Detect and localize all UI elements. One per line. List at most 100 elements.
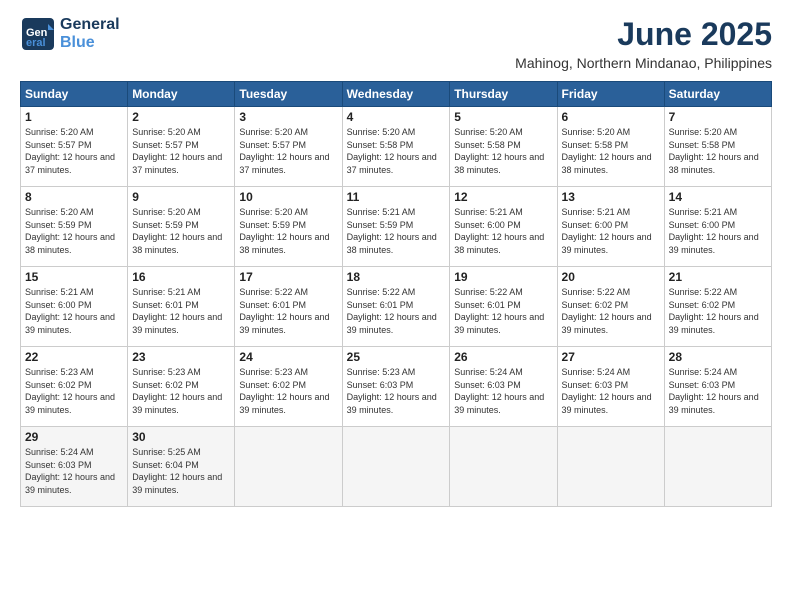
day-info: Sunrise: 5:22 AMSunset: 6:02 PMDaylight:…: [562, 286, 660, 336]
day-info: Sunrise: 5:21 AMSunset: 6:00 PMDaylight:…: [562, 206, 660, 256]
day-number: 19: [454, 270, 552, 284]
day-cell: [342, 427, 450, 507]
day-info: Sunrise: 5:24 AMSunset: 6:03 PMDaylight:…: [669, 366, 767, 416]
day-cell: 14 Sunrise: 5:21 AMSunset: 6:00 PMDayligh…: [664, 187, 771, 267]
day-number: 11: [347, 190, 446, 204]
calendar-header: Sunday Monday Tuesday Wednesday Thursday…: [21, 82, 772, 107]
day-number: 25: [347, 350, 446, 364]
week-row-3: 15 Sunrise: 5:21 AMSunset: 6:00 PMDayligh…: [21, 267, 772, 347]
day-number: 6: [562, 110, 660, 124]
day-number: 10: [239, 190, 337, 204]
day-info: Sunrise: 5:22 AMSunset: 6:02 PMDaylight:…: [669, 286, 767, 336]
day-cell: [450, 427, 557, 507]
title-block: June 2025 Mahinog, Northern Mindanao, Ph…: [515, 16, 772, 71]
day-info: Sunrise: 5:20 AMSunset: 5:57 PMDaylight:…: [25, 126, 123, 176]
day-info: Sunrise: 5:20 AMSunset: 5:59 PMDaylight:…: [132, 206, 230, 256]
day-info: Sunrise: 5:20 AMSunset: 5:58 PMDaylight:…: [347, 126, 446, 176]
day-info: Sunrise: 5:24 AMSunset: 6:03 PMDaylight:…: [25, 446, 123, 496]
day-cell: 21Sunrise: 5:22 AMSunset: 6:02 PMDayligh…: [664, 267, 771, 347]
day-info: Sunrise: 5:20 AMSunset: 5:58 PMDaylight:…: [454, 126, 552, 176]
day-info: Sunrise: 5:23 AMSunset: 6:02 PMDaylight:…: [25, 366, 123, 416]
week-row-2: 8 Sunrise: 5:20 AMSunset: 5:59 PMDaylight…: [21, 187, 772, 267]
day-number: 17: [239, 270, 337, 284]
logo-icon: Gen eral: [20, 16, 56, 52]
day-cell: 23Sunrise: 5:23 AMSunset: 6:02 PMDayligh…: [128, 347, 235, 427]
day-cell: 12Sunrise: 5:21 AMSunset: 6:00 PMDayligh…: [450, 187, 557, 267]
logo-name-line2: Blue: [60, 34, 120, 52]
logo: Gen eral General Blue: [20, 16, 120, 52]
day-number: 2: [132, 110, 230, 124]
day-cell: 27 Sunrise: 5:24 AMSunset: 6:03 PMDayligh…: [557, 347, 664, 427]
month-title: June 2025: [515, 16, 772, 53]
day-info: Sunrise: 5:24 AMSunset: 6:03 PMDaylight:…: [454, 366, 552, 416]
day-number: 26: [454, 350, 552, 364]
day-info: Sunrise: 5:21 AMSunset: 6:00 PMDaylight:…: [669, 206, 767, 256]
day-number: 30: [132, 430, 230, 444]
day-info: Sunrise: 5:23 AMSunset: 6:03 PMDaylight:…: [347, 366, 446, 416]
day-cell: 15 Sunrise: 5:21 AMSunset: 6:00 PMDayligh…: [21, 267, 128, 347]
day-number: 3: [239, 110, 337, 124]
day-info: Sunrise: 5:21 AMSunset: 6:00 PMDaylight:…: [25, 286, 123, 336]
day-number: 28: [669, 350, 767, 364]
day-cell: 22 Sunrise: 5:23 AMSunset: 6:02 PMDayligh…: [21, 347, 128, 427]
header-monday: Monday: [128, 82, 235, 107]
day-cell: 2Sunrise: 5:20 AMSunset: 5:57 PMDaylight…: [128, 107, 235, 187]
day-number: 8: [25, 190, 123, 204]
day-number: 13: [562, 190, 660, 204]
day-number: 18: [347, 270, 446, 284]
day-number: 24: [239, 350, 337, 364]
day-number: 29: [25, 430, 123, 444]
day-cell: 25 Sunrise: 5:23 AMSunset: 6:03 PMDayligh…: [342, 347, 450, 427]
day-cell: 24 Sunrise: 5:23 AMSunset: 6:02 PMDayligh…: [235, 347, 342, 427]
day-number: 12: [454, 190, 552, 204]
week-row-5: 29 Sunrise: 5:24 AMSunset: 6:03 PMDayligh…: [21, 427, 772, 507]
day-cell: 7 Sunrise: 5:20 AMSunset: 5:58 PMDaylight…: [664, 107, 771, 187]
weekday-header-row: Sunday Monday Tuesday Wednesday Thursday…: [21, 82, 772, 107]
header-wednesday: Wednesday: [342, 82, 450, 107]
day-number: 22: [25, 350, 123, 364]
header-friday: Friday: [557, 82, 664, 107]
day-cell: 5Sunrise: 5:20 AMSunset: 5:58 PMDaylight…: [450, 107, 557, 187]
header-sunday: Sunday: [21, 82, 128, 107]
page: Gen eral General Blue June 2025 Mahinog,…: [0, 0, 792, 612]
day-info: Sunrise: 5:20 AMSunset: 5:58 PMDaylight:…: [562, 126, 660, 176]
day-info: Sunrise: 5:22 AMSunset: 6:01 PMDaylight:…: [347, 286, 446, 336]
day-number: 16: [132, 270, 230, 284]
day-info: Sunrise: 5:24 AMSunset: 6:03 PMDaylight:…: [562, 366, 660, 416]
day-number: 7: [669, 110, 767, 124]
day-number: 1: [25, 110, 123, 124]
calendar-body: 1 Sunrise: 5:20 AMSunset: 5:57 PMDaylight…: [21, 107, 772, 507]
day-info: Sunrise: 5:21 AMSunset: 5:59 PMDaylight:…: [347, 206, 446, 256]
day-number: 27: [562, 350, 660, 364]
day-number: 9: [132, 190, 230, 204]
day-info: Sunrise: 5:23 AMSunset: 6:02 PMDaylight:…: [132, 366, 230, 416]
day-cell: 20 Sunrise: 5:22 AMSunset: 6:02 PMDayligh…: [557, 267, 664, 347]
header-tuesday: Tuesday: [235, 82, 342, 107]
day-cell: 1 Sunrise: 5:20 AMSunset: 5:57 PMDaylight…: [21, 107, 128, 187]
day-info: Sunrise: 5:20 AMSunset: 5:59 PMDaylight:…: [25, 206, 123, 256]
day-cell: 19Sunrise: 5:22 AMSunset: 6:01 PMDayligh…: [450, 267, 557, 347]
day-info: Sunrise: 5:25 AMSunset: 6:04 PMDaylight:…: [132, 446, 230, 496]
day-cell: 10Sunrise: 5:20 AMSunset: 5:59 PMDayligh…: [235, 187, 342, 267]
day-cell: 9 Sunrise: 5:20 AMSunset: 5:59 PMDaylight…: [128, 187, 235, 267]
day-number: 20: [562, 270, 660, 284]
day-cell: 6 Sunrise: 5:20 AMSunset: 5:58 PMDaylight…: [557, 107, 664, 187]
day-cell: 26 Sunrise: 5:24 AMSunset: 6:03 PMDayligh…: [450, 347, 557, 427]
day-cell: 17Sunrise: 5:22 AMSunset: 6:01 PMDayligh…: [235, 267, 342, 347]
day-number: 15: [25, 270, 123, 284]
day-cell: 3 Sunrise: 5:20 AMSunset: 5:57 PMDaylight…: [235, 107, 342, 187]
day-cell: 11 Sunrise: 5:21 AMSunset: 5:59 PMDayligh…: [342, 187, 450, 267]
day-info: Sunrise: 5:23 AMSunset: 6:02 PMDaylight:…: [239, 366, 337, 416]
location-subtitle: Mahinog, Northern Mindanao, Philippines: [515, 55, 772, 71]
day-info: Sunrise: 5:20 AMSunset: 5:58 PMDaylight:…: [669, 126, 767, 176]
day-info: Sunrise: 5:20 AMSunset: 5:57 PMDaylight:…: [239, 126, 337, 176]
logo-name-line1: General: [60, 16, 120, 34]
day-info: Sunrise: 5:21 AMSunset: 6:01 PMDaylight:…: [132, 286, 230, 336]
day-number: 14: [669, 190, 767, 204]
day-cell: 30 Sunrise: 5:25 AMSunset: 6:04 PMDayligh…: [128, 427, 235, 507]
header: Gen eral General Blue June 2025 Mahinog,…: [20, 16, 772, 71]
header-saturday: Saturday: [664, 82, 771, 107]
day-cell: 13 Sunrise: 5:21 AMSunset: 6:00 PMDayligh…: [557, 187, 664, 267]
day-cell: 4Sunrise: 5:20 AMSunset: 5:58 PMDaylight…: [342, 107, 450, 187]
day-cell: 16 Sunrise: 5:21 AMSunset: 6:01 PMDayligh…: [128, 267, 235, 347]
